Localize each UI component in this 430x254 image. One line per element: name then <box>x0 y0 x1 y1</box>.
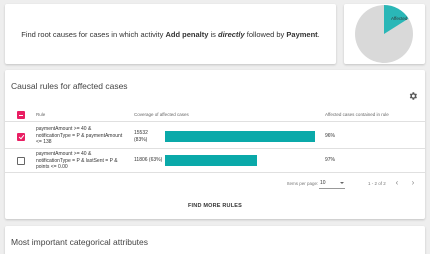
pie-label: Affected <box>391 16 408 21</box>
coverage-count: 11806 (63%) <box>134 157 163 163</box>
relation-term: directly <box>218 29 245 39</box>
gear-icon[interactable] <box>408 91 418 101</box>
contained-percent: 97% <box>325 157 336 163</box>
question-mid2: followed by <box>244 29 287 39</box>
rule-text: paymentAmount >= 40 & notificationType =… <box>36 151 136 171</box>
dropdown-arrow-icon <box>340 182 344 184</box>
previous-page-button[interactable]: ‹ <box>392 178 402 188</box>
rules-title: Causal rules for affected cases <box>11 81 128 91</box>
affected-pie-chart: Affected <box>355 5 413 63</box>
coverage-bar <box>165 131 315 142</box>
rule-line: points <= 0.00 <box>36 164 68 170</box>
row-checkbox[interactable] <box>17 157 25 165</box>
select-all-checkbox[interactable] <box>17 111 25 119</box>
contained-percent: 96% <box>325 133 336 139</box>
items-per-page-label: Items per page: <box>287 181 319 186</box>
coverage-text: 11806 (63%) <box>134 157 168 164</box>
question-suffix: . <box>317 29 320 39</box>
categorical-attributes-card: Most important categorical attributes <box>5 226 425 254</box>
coverage-bar <box>165 155 258 166</box>
question-mid: is <box>208 29 218 39</box>
table-row[interactable]: paymentAmount >= 40 & notificationType =… <box>5 123 425 149</box>
attributes-title: Most important categorical attributes <box>11 237 149 247</box>
affected-pie-card: Affected <box>344 4 425 64</box>
rules-table-header: Rule Coverage of affected cases Affected… <box>5 108 425 122</box>
column-header-contained: Affected cases contained in rule <box>325 112 389 117</box>
question-text: Find root causes for cases in which acti… <box>21 30 320 39</box>
causal-rules-card: Causal rules for affected cases Rule Cov… <box>5 70 425 219</box>
activity-a: Add penalty <box>165 29 209 39</box>
column-header-coverage: Coverage of affected cases <box>134 112 189 117</box>
column-header-rule: Rule <box>36 112 46 117</box>
row-checkbox[interactable] <box>17 133 25 141</box>
page-range-label: 1 - 2 of 2 <box>368 181 386 186</box>
rule-line: <= 138 <box>36 139 52 145</box>
table-row[interactable]: paymentAmount >= 40 & notificationType =… <box>5 149 425 173</box>
coverage-percent: (83%) <box>134 136 148 143</box>
find-more-rules-button[interactable]: FIND MORE RULES <box>175 200 255 212</box>
question-card: Find root causes for cases in which acti… <box>5 4 336 64</box>
rule-text: paymentAmount >= 40 & notificationType =… <box>36 126 136 146</box>
coverage-text: 15532 (83%) <box>134 130 164 143</box>
next-page-button[interactable]: › <box>408 178 418 188</box>
question-prefix: Find root causes for cases in which acti… <box>21 29 166 39</box>
activity-b: Payment <box>286 29 318 39</box>
page-size-select[interactable]: 10 <box>319 179 345 189</box>
page-size-value: 10 <box>320 180 326 186</box>
